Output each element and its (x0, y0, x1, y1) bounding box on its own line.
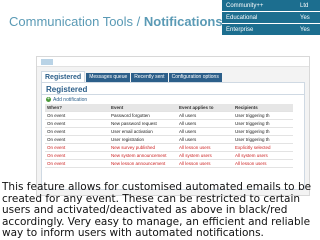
column-header[interactable]: Event applies to (177, 104, 233, 112)
description-line: way to inform users with automated notif… (2, 227, 264, 239)
table-cell: New survey published (109, 143, 177, 152)
edition-name: Community++ (226, 2, 264, 9)
add-icon: + (46, 96, 51, 102)
table-row[interactable]: On event New survey published All lesson u… (45, 143, 293, 152)
table-row[interactable]: On event New lesson announcement All lesso… (45, 159, 293, 168)
edition-name: Enterprise (226, 26, 254, 33)
table-cell: Password forgotten (109, 111, 177, 120)
table-row[interactable]: On event New system announcement All syste… (45, 151, 293, 160)
edition-value: Yes (300, 26, 310, 33)
notifications-screenshot: Registered Messages queue Recently sent … (36, 56, 310, 196)
table-cell: On event (45, 151, 109, 160)
table-cell: User email activation (109, 127, 177, 136)
add-notification-link[interactable]: + Add notification (42, 95, 304, 104)
table-row[interactable]: On event Password forgotten All users User … (45, 111, 293, 120)
table-cell: All system users (177, 151, 233, 160)
column-header[interactable]: Recipients (233, 104, 293, 112)
table-cell: User triggering th (233, 135, 293, 144)
table-row[interactable]: On event User email activation All users Us… (45, 127, 293, 136)
tab-configuration-options[interactable]: Configuration options (168, 73, 222, 82)
edition-value: Ltd (300, 2, 309, 9)
edition-row: Enterprise Yes (222, 24, 320, 35)
table-cell: All users (177, 111, 233, 120)
edition-row: Community++ Ltd (222, 0, 320, 11)
table-cell: All lesson users (233, 159, 293, 168)
table-cell: New lesson announcement (109, 159, 177, 168)
description-line: users and activated/deactivated as above… (2, 204, 288, 216)
title-prefix: Communication Tools / (9, 14, 144, 29)
table-cell: On event (45, 143, 109, 152)
table-cell: All system users (233, 151, 293, 160)
table-cell: All lesson users (177, 159, 233, 168)
table-cell: All users (177, 127, 233, 136)
table-cell: On event (45, 135, 109, 144)
edition-name: Educational (226, 14, 258, 21)
title-bold: Notifications (143, 14, 223, 29)
table-cell: New system announcement (109, 151, 177, 160)
table-cell: On event (45, 119, 109, 128)
notifications-table: When? Event Event applies to Recipients … (45, 104, 293, 168)
app-logo (41, 59, 53, 65)
description-line: This feature allows for customised autom… (2, 181, 312, 193)
table-cell: User triggering th (233, 119, 293, 128)
table-cell: All users (177, 119, 233, 128)
column-header[interactable]: When? (45, 104, 109, 112)
edition-row: Educational Yes (222, 12, 320, 23)
feature-description: This feature allows for customised autom… (2, 181, 318, 240)
page-title: Communication Tools / Notifications (9, 14, 223, 29)
table-cell: All users (177, 135, 233, 144)
panel-title: Registered (42, 83, 304, 95)
table-row[interactable]: On event User registration All users User t… (45, 135, 293, 144)
column-header[interactable]: Event (109, 104, 177, 112)
table-cell: All lesson users (177, 143, 233, 152)
table-cell: User triggering th (233, 111, 293, 120)
table-cell: New password request (109, 119, 177, 128)
app-header (37, 57, 309, 67)
table-row[interactable]: On event New password request All users Use… (45, 119, 293, 128)
table-cell: On event (45, 111, 109, 120)
tab-recently-sent[interactable]: Recently sent (131, 73, 168, 82)
table-cell: User triggering th (233, 127, 293, 136)
add-notification-label: Add notification (53, 96, 88, 103)
table-header-row: When? Event Event applies to Recipients (45, 104, 293, 112)
tab-registered[interactable]: Registered (41, 71, 86, 82)
table-cell: On event (45, 127, 109, 136)
table-cell: Explicitly selected (233, 143, 293, 152)
table-cell: On event (45, 159, 109, 168)
registered-panel: Registered + Add notification When? Even… (41, 82, 305, 190)
tab-bar: Registered Messages queue Recently sent … (41, 71, 305, 82)
table-cell: User registration (109, 135, 177, 144)
edition-matrix: Community++ Ltd Educational Yes Enterpri… (222, 0, 320, 36)
edition-value: Yes (300, 14, 310, 21)
tab-messages-queue[interactable]: Messages queue (86, 73, 131, 82)
